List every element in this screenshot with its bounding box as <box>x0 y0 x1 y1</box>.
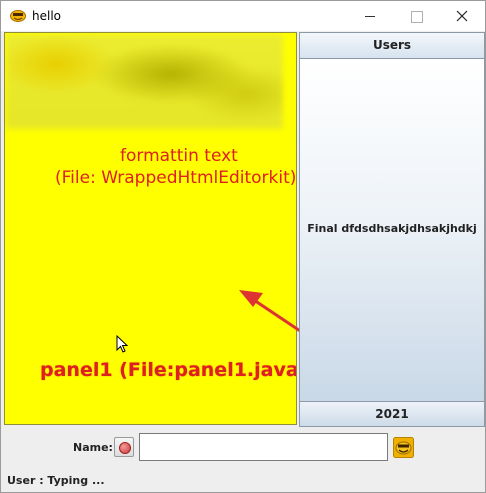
close-button[interactable] <box>439 1 485 31</box>
window-title: hello <box>32 9 61 23</box>
panel1-label: panel1 (File:panel1.java) <box>40 359 297 381</box>
mouse-cursor-icon <box>116 335 129 353</box>
close-icon <box>456 10 468 22</box>
typing-status: User : Typing ... <box>7 474 105 487</box>
name-label: Name: <box>73 441 113 454</box>
panel1[interactable]: formattin text (File: WrappedHtmlEditork… <box>4 32 297 425</box>
users-list[interactable]: Final dfdsdhsakjdhsakjhdkj <box>299 59 485 401</box>
minimize-button[interactable] <box>347 1 393 31</box>
annotation-formatting-text: formattin text <box>120 146 238 166</box>
emoji-smiley-icon[interactable] <box>393 437 414 458</box>
users-footer: 2021 <box>299 401 485 427</box>
annotation-file-name: (File: WrappedHtmlEditorkit) <box>55 168 297 188</box>
maximize-button[interactable] <box>393 1 439 31</box>
title-bar[interactable]: hello <box>1 1 485 31</box>
status-button[interactable] <box>114 437 134 457</box>
user-list-item[interactable]: Final dfdsdhsakjdhsakjhdkj <box>300 222 484 235</box>
app-window: hello formattin text (File: WrappedHtmlE… <box>0 0 486 493</box>
users-header: Users <box>299 32 485 59</box>
blurred-formatted-text <box>6 34 283 129</box>
name-input[interactable] <box>139 433 388 461</box>
app-smiley-icon <box>10 10 26 22</box>
